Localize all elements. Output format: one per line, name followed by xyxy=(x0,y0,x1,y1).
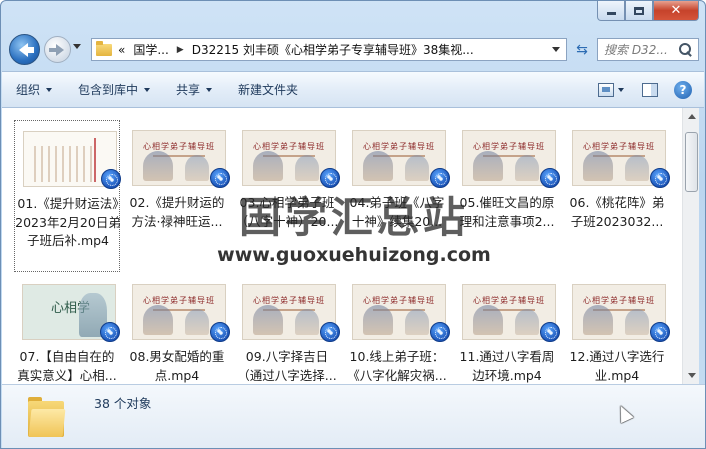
thumbnail-title: 心相学弟子辅导班 xyxy=(143,296,215,305)
file-name: 06.《桃花阵》弟子班2023032... xyxy=(569,195,665,229)
preview-pane-icon[interactable] xyxy=(642,83,658,97)
minimize-button[interactable] xyxy=(597,1,625,21)
command-bar: 组织 包含到库中 共享 新建文件夹 ? xyxy=(2,71,704,108)
chevron-down-icon[interactable] xyxy=(618,88,624,92)
file-item[interactable]: 心相学弟子辅导班 06.《桃花阵》弟子班2023032... xyxy=(564,120,670,272)
item-count: 38 个对象 xyxy=(94,396,152,411)
file-name: 11.通过八字看周边环境.mp4 xyxy=(459,349,555,383)
media-player-icon xyxy=(210,322,230,342)
file-name: 03.心相学弟子班（八字十神）20... xyxy=(235,195,339,229)
forward-button[interactable] xyxy=(44,36,71,63)
file-item[interactable]: 心相学弟子辅导班 02.《提升财运的方法·禄神旺运... xyxy=(124,120,230,272)
thumbnail-title: 心相学弟子辅导班 xyxy=(253,142,325,151)
share-menu[interactable]: 共享 xyxy=(176,81,213,98)
close-icon: ✕ xyxy=(670,3,682,18)
organize-label: 组织 xyxy=(16,83,41,97)
navigation-bar: « 国学... ▶ D32215 刘丰硕《心相学弟子专享辅导班》38集视... … xyxy=(9,34,699,65)
file-item[interactable]: 心相学弟子辅导班 03.心相学弟子班（八字十神）20... xyxy=(234,120,340,272)
address-dropdown-icon[interactable] xyxy=(552,47,560,52)
thumbnail-title: 心相学弟子辅导班 xyxy=(143,142,215,151)
file-list: 01.《提升财运法》2023年2月20日弟子班后补.mp4 心相学弟子辅导班 02.… xyxy=(2,108,682,384)
maximize-icon xyxy=(634,6,644,15)
include-in-library-menu[interactable]: 包含到库中 xyxy=(78,81,151,98)
chevron-down-icon xyxy=(144,87,151,92)
folder-icon xyxy=(96,40,112,56)
change-view-icon[interactable] xyxy=(598,83,614,97)
file-item[interactable]: 心相学弟子辅导班 05.催旺文昌的原理和注意事项2... xyxy=(454,120,560,272)
scroll-up-icon xyxy=(687,114,696,119)
chevron-down-icon xyxy=(206,87,213,92)
folder-large-icon xyxy=(28,395,66,437)
media-player-icon xyxy=(320,322,340,342)
file-name: 10.线上弟子班：《八字化解灾祸... xyxy=(347,349,447,383)
recent-pages-dropdown[interactable] xyxy=(73,44,81,49)
explorer-window: ✕ « 国学... ▶ D32215 刘丰硕《心相学弟子专享辅导班》38集视..… xyxy=(0,0,706,449)
new-folder-label: 新建文件夹 xyxy=(238,83,299,97)
file-name: 05.催旺文昌的原理和注意事项2... xyxy=(459,195,555,229)
media-player-icon xyxy=(101,169,121,189)
thumbnail-title: 心相学弟子辅导班 xyxy=(473,142,545,151)
media-player-icon xyxy=(430,168,450,188)
search-icon[interactable] xyxy=(678,42,694,58)
search-box[interactable]: 搜索 D32... xyxy=(597,38,699,61)
scroll-down-button[interactable] xyxy=(683,367,700,384)
minimize-icon xyxy=(606,12,616,15)
thumbnail-title: 心相学弟子辅导班 xyxy=(363,142,435,151)
forward-arrow-icon xyxy=(48,43,64,56)
share-label: 共享 xyxy=(176,83,201,97)
vertical-scrollbar[interactable] xyxy=(682,108,699,384)
file-item[interactable]: 01.《提升财运法》2023年2月20日弟子班后补.mp4 xyxy=(14,120,121,272)
refresh-button[interactable]: ⇆ xyxy=(571,38,593,61)
file-name: 04.弟子班《八字十神》续集20... xyxy=(349,195,445,229)
back-button[interactable] xyxy=(9,34,40,65)
thumbnail-title: 心相学弟子辅导班 xyxy=(583,142,655,151)
refresh-icon: ⇆ xyxy=(576,41,588,58)
chevron-down-icon xyxy=(46,87,53,92)
thumbnail-title: 心相学弟子辅导班 xyxy=(363,296,435,305)
file-item[interactable]: 心相学弟子辅导班 04.弟子班《八字十神》续集20... xyxy=(344,120,450,272)
new-folder-button[interactable]: 新建文件夹 xyxy=(238,81,298,98)
breadcrumb-overflow[interactable]: « xyxy=(118,43,125,57)
organize-menu[interactable]: 组织 xyxy=(16,81,53,98)
file-name: 08.男女配婚的重点.mp4 xyxy=(129,349,225,383)
thumbnail-title: 心相学弟子辅导班 xyxy=(253,296,325,305)
include-in-library-label: 包含到库中 xyxy=(78,83,139,97)
help-icon[interactable]: ? xyxy=(674,81,692,99)
media-player-icon xyxy=(650,322,670,342)
maximize-button[interactable] xyxy=(625,1,653,21)
scrollbar-thumb[interactable] xyxy=(685,132,698,192)
file-name: 02.《提升财运的方法·禄神旺运... xyxy=(129,195,225,229)
breadcrumb-item-root[interactable]: 国学... xyxy=(133,41,168,58)
file-name: 12.通过八字选行业.mp4 xyxy=(569,349,665,383)
back-arrow-icon xyxy=(19,42,34,57)
media-player-icon xyxy=(210,168,230,188)
view-controls: ? xyxy=(598,81,692,99)
file-name: 01.《提升财运法》2023年2月20日弟子班后补.mp4 xyxy=(15,196,121,248)
media-player-icon xyxy=(430,322,450,342)
thumbnail-title: 心相学弟子辅导班 xyxy=(473,296,545,305)
media-player-icon xyxy=(320,168,340,188)
file-name: 09.八字择吉日（通过八字选择... xyxy=(237,349,337,383)
media-player-icon xyxy=(540,168,560,188)
media-player-icon xyxy=(650,168,670,188)
close-button[interactable]: ✕ xyxy=(653,1,699,21)
media-player-icon xyxy=(100,322,120,342)
scroll-down-icon xyxy=(687,373,696,378)
search-input[interactable]: 搜索 D32... xyxy=(604,41,678,58)
breadcrumb-chevron-icon[interactable]: ▶ xyxy=(177,45,184,55)
media-player-icon xyxy=(540,322,560,342)
file-name: 07.【自由自在的真实意义】心相... xyxy=(17,349,117,383)
caption-buttons: ✕ xyxy=(597,1,699,21)
breadcrumb-item-current[interactable]: D32215 刘丰硕《心相学弟子专享辅导班》38集视... xyxy=(192,41,474,58)
scroll-up-button[interactable] xyxy=(683,108,700,125)
thumbnail-title: 心相学弟子辅导班 xyxy=(583,296,655,305)
address-bar[interactable]: « 国学... ▶ D32215 刘丰硕《心相学弟子专享辅导班》38集视... xyxy=(91,38,567,61)
details-pane: 38 个对象 xyxy=(2,384,705,448)
